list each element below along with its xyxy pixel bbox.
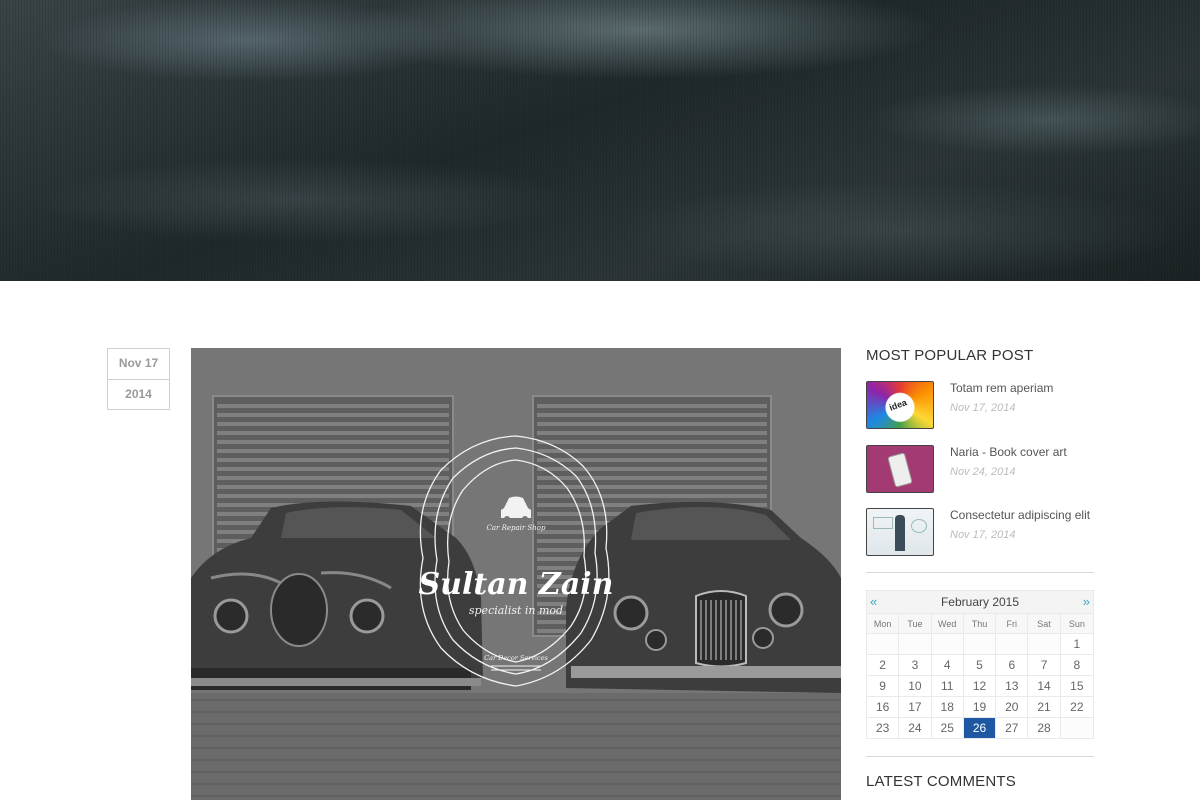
calendar-empty-cell	[996, 633, 1029, 654]
latest-comments-heading: LATEST COMMENTS	[866, 773, 1016, 790]
divider	[866, 756, 1094, 757]
emblem-tagline: Car Repair Shop	[487, 524, 546, 532]
popular-post-date: Nov 17, 2014	[950, 402, 1016, 414]
popular-post-date: Nov 24, 2014	[950, 466, 1016, 478]
calendar-day[interactable]: 19	[963, 696, 997, 717]
calendar-weekday: Tue	[899, 613, 932, 633]
calendar-prev-button[interactable]: «	[870, 591, 877, 613]
calendar-grid: Mon Tue Wed Thu Fri Sat Sun 1 2 3 4 5 6 7 8 9 10 11 12 13 14…	[867, 613, 1093, 738]
calendar-weekday: Sun	[1060, 613, 1093, 633]
calendar-empty-cell	[1060, 717, 1093, 738]
popular-post-item[interactable]: Consectetur adipiscing elit Nov 17, 2014	[866, 508, 1094, 556]
featured-image-artwork: Car Repair Shop Sultan Zain specialist i…	[191, 348, 841, 800]
calendar-weekday: Fri	[996, 613, 1029, 633]
calendar-day[interactable]: 2	[867, 654, 900, 675]
popular-post-item[interactable]: idea Totam rem aperiam Nov 17, 2014	[866, 381, 1094, 429]
popular-post-item[interactable]: Naria - Book cover art Nov 24, 2014	[866, 445, 1094, 493]
emblem-footer: Car Decor Services	[484, 654, 548, 662]
calendar-empty-cell	[1028, 633, 1061, 654]
calendar-day[interactable]: 12	[963, 675, 997, 696]
calendar-day[interactable]: 18	[931, 696, 964, 717]
idea-thumbnail[interactable]: idea	[866, 381, 934, 429]
calendar-day[interactable]: 24	[899, 717, 932, 738]
popular-post-title[interactable]: Naria - Book cover art	[950, 445, 1067, 459]
calendar-empty-cell	[867, 633, 900, 654]
calendar-day[interactable]: 13	[996, 675, 1029, 696]
calendar-day[interactable]: 5	[963, 654, 997, 675]
calendar-day[interactable]: 15	[1060, 675, 1093, 696]
calendar-day[interactable]: 6	[996, 654, 1029, 675]
calendar-weekday: Thu	[963, 613, 997, 633]
calendar-day[interactable]: 17	[899, 696, 932, 717]
calendar-weekday: Sat	[1028, 613, 1061, 633]
calendar-day[interactable]: 9	[867, 675, 900, 696]
calendar-day[interactable]: 22	[1060, 696, 1093, 717]
calendar-day[interactable]: 16	[867, 696, 900, 717]
calendar-day[interactable]: 14	[1028, 675, 1061, 696]
popular-post-title[interactable]: Consectetur adipiscing elit	[950, 508, 1090, 522]
calendar-day[interactable]: 8	[1060, 654, 1093, 675]
calendar-day[interactable]: 20	[996, 696, 1029, 717]
sidebar: MOST POPULAR POST idea Totam rem aperiam…	[866, 344, 1094, 790]
calendar-day[interactable]: 1	[1060, 633, 1093, 654]
post-featured-image[interactable]: Car Repair Shop Sultan Zain specialist i…	[191, 348, 841, 800]
calendar-day[interactable]: 4	[931, 654, 964, 675]
divider	[866, 572, 1094, 573]
popular-post-title[interactable]: Totam rem aperiam	[950, 381, 1053, 395]
calendar-day[interactable]: 7	[1028, 654, 1061, 675]
calendar-weekday: Mon	[867, 613, 900, 633]
calendar-day[interactable]: 25	[931, 717, 964, 738]
calendar-next-button[interactable]: »	[1083, 591, 1090, 613]
calendar-day[interactable]: 3	[899, 654, 932, 675]
calendar-empty-cell	[963, 633, 997, 654]
whiteboard-thumbnail[interactable]	[866, 508, 934, 556]
post-date-box: Nov 17 2014	[107, 348, 170, 410]
calendar-day[interactable]: 27	[996, 717, 1029, 738]
hero-banner-image	[0, 0, 1200, 281]
phone-thumbnail[interactable]	[866, 445, 934, 493]
calendar-empty-cell	[931, 633, 964, 654]
calendar-month-label: February 2015	[940, 595, 1020, 609]
most-popular-post-heading: MOST POPULAR POST	[866, 347, 1034, 364]
post-date-day: Nov 17	[118, 356, 159, 370]
popular-post-date: Nov 17, 2014	[950, 529, 1016, 541]
calendar-widget: « February 2015 » Mon Tue Wed Thu Fri Sat Sun 1…	[866, 590, 1094, 739]
calendar-day[interactable]: 10	[899, 675, 932, 696]
calendar-weekday: Wed	[931, 613, 964, 633]
calendar-day[interactable]: 11	[931, 675, 964, 696]
calendar-empty-cell	[899, 633, 932, 654]
emblem-sub: specialist in mod	[469, 604, 563, 617]
post-date-year: 2014	[108, 379, 169, 409]
calendar-header: « February 2015 »	[867, 591, 1093, 613]
calendar-day[interactable]: 23	[867, 717, 900, 738]
calendar-day[interactable]: 28	[1028, 717, 1061, 738]
calendar-day[interactable]: 21	[1028, 696, 1061, 717]
calendar-day-today[interactable]: 26	[963, 717, 997, 738]
emblem-name: Sultan Zain	[419, 567, 614, 602]
